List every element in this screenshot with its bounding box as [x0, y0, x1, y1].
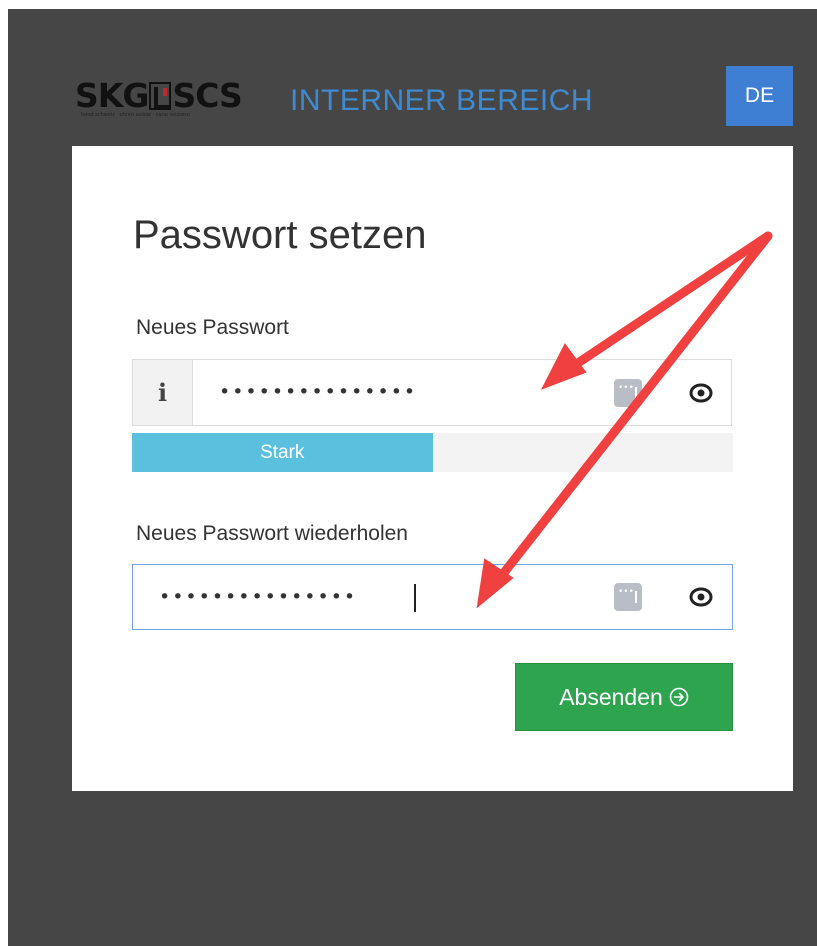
- logo-wordmark: SKG SCS: [75, 76, 243, 115]
- new-password-label: Neues Passwort: [136, 316, 289, 339]
- password-manager-icon[interactable]: [614, 379, 642, 407]
- repeat-password-input[interactable]: •••••••••••••••: [159, 565, 559, 629]
- password-strength-label: Stark: [260, 441, 305, 463]
- new-password-input[interactable]: •••••••••••••••: [219, 360, 599, 424]
- submit-label: Absenden: [559, 683, 663, 710]
- page-title: Passwort setzen: [133, 213, 427, 257]
- area-title: INTERNER BEREICH: [290, 84, 594, 117]
- repeat-password-value: •••••••••••••••: [159, 586, 358, 608]
- text-caret: [414, 584, 416, 612]
- language-switch-button[interactable]: DE: [726, 66, 793, 126]
- password-strength-meter: Stark: [132, 433, 733, 472]
- arrow-circle-right-icon: [669, 687, 689, 707]
- eye-icon[interactable]: [689, 381, 713, 405]
- info-icon[interactable]: i: [133, 360, 193, 425]
- eye-icon[interactable]: [689, 585, 713, 609]
- logo-tagline: hand schweiz · ohren suisse · cane svizz…: [81, 112, 190, 118]
- password-strength-fill: Stark: [132, 433, 433, 472]
- logo-mark-icon: [149, 82, 172, 110]
- new-password-group: i •••••••••••••••: [132, 359, 732, 426]
- submit-button[interactable]: Absenden: [515, 663, 733, 731]
- repeat-password-label: Neues Passwort wiederholen: [136, 522, 408, 545]
- repeat-password-group: •••••••••••••••: [132, 564, 733, 630]
- skg-scs-logo: SKG SCS hand schweiz · ohren suisse · can…: [75, 78, 270, 122]
- password-manager-icon[interactable]: [614, 583, 642, 611]
- new-password-value: •••••••••••••••: [219, 381, 418, 403]
